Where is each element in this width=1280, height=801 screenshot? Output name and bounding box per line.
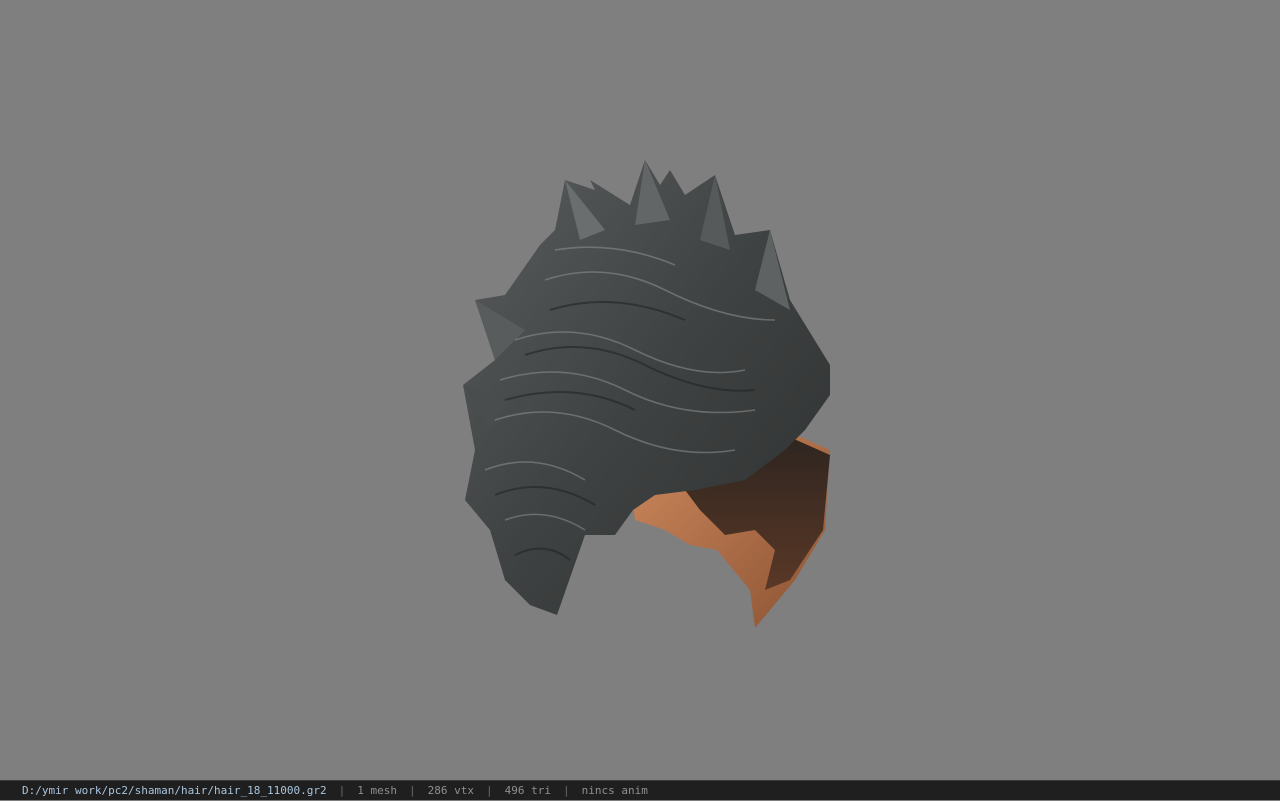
- separator: |: [409, 783, 416, 797]
- animation-status: nincs anim: [581, 783, 648, 797]
- mesh-count: 1 mesh: [357, 783, 398, 797]
- status-bar: D:/ymir work/pc2/shaman/hair/hair_18_110…: [0, 780, 1280, 800]
- hair-model-icon[interactable]: [455, 150, 840, 635]
- separator: |: [562, 783, 570, 797]
- separator: |: [486, 783, 493, 797]
- triangle-count: 496 tri: [504, 783, 551, 797]
- file-path: D:/ymir work/pc2/shaman/hair/hair_18_110…: [22, 783, 327, 797]
- model-viewport[interactable]: [0, 0, 1280, 780]
- vertex-count: 286 vtx: [427, 783, 474, 797]
- separator: |: [338, 783, 346, 797]
